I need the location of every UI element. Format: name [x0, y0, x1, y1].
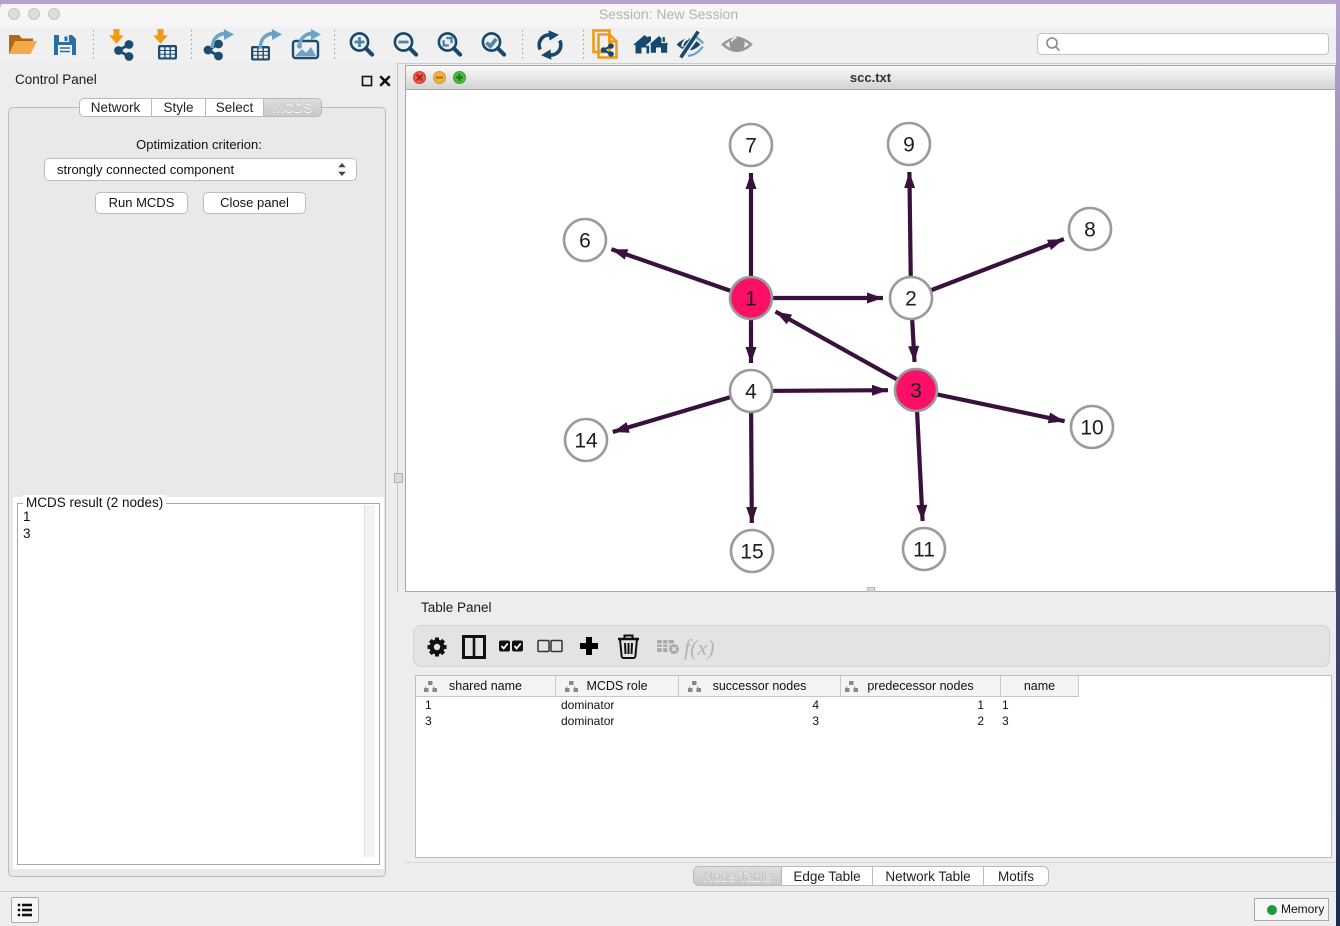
- svg-text:f(x): f(x): [684, 635, 715, 660]
- svg-text:15: 15: [740, 541, 763, 564]
- svg-text:11: 11: [913, 539, 935, 562]
- svg-text:10: 10: [1080, 417, 1103, 440]
- svg-text:4: 4: [745, 381, 757, 404]
- svg-text:1: 1: [745, 288, 757, 311]
- svg-text:3: 3: [910, 380, 922, 403]
- svg-text:7: 7: [745, 135, 757, 158]
- svg-text:9: 9: [903, 134, 915, 157]
- svg-text:2: 2: [905, 288, 917, 311]
- svg-text:14: 14: [574, 430, 598, 453]
- svg-text:6: 6: [579, 230, 591, 253]
- svg-text:8: 8: [1084, 219, 1096, 242]
